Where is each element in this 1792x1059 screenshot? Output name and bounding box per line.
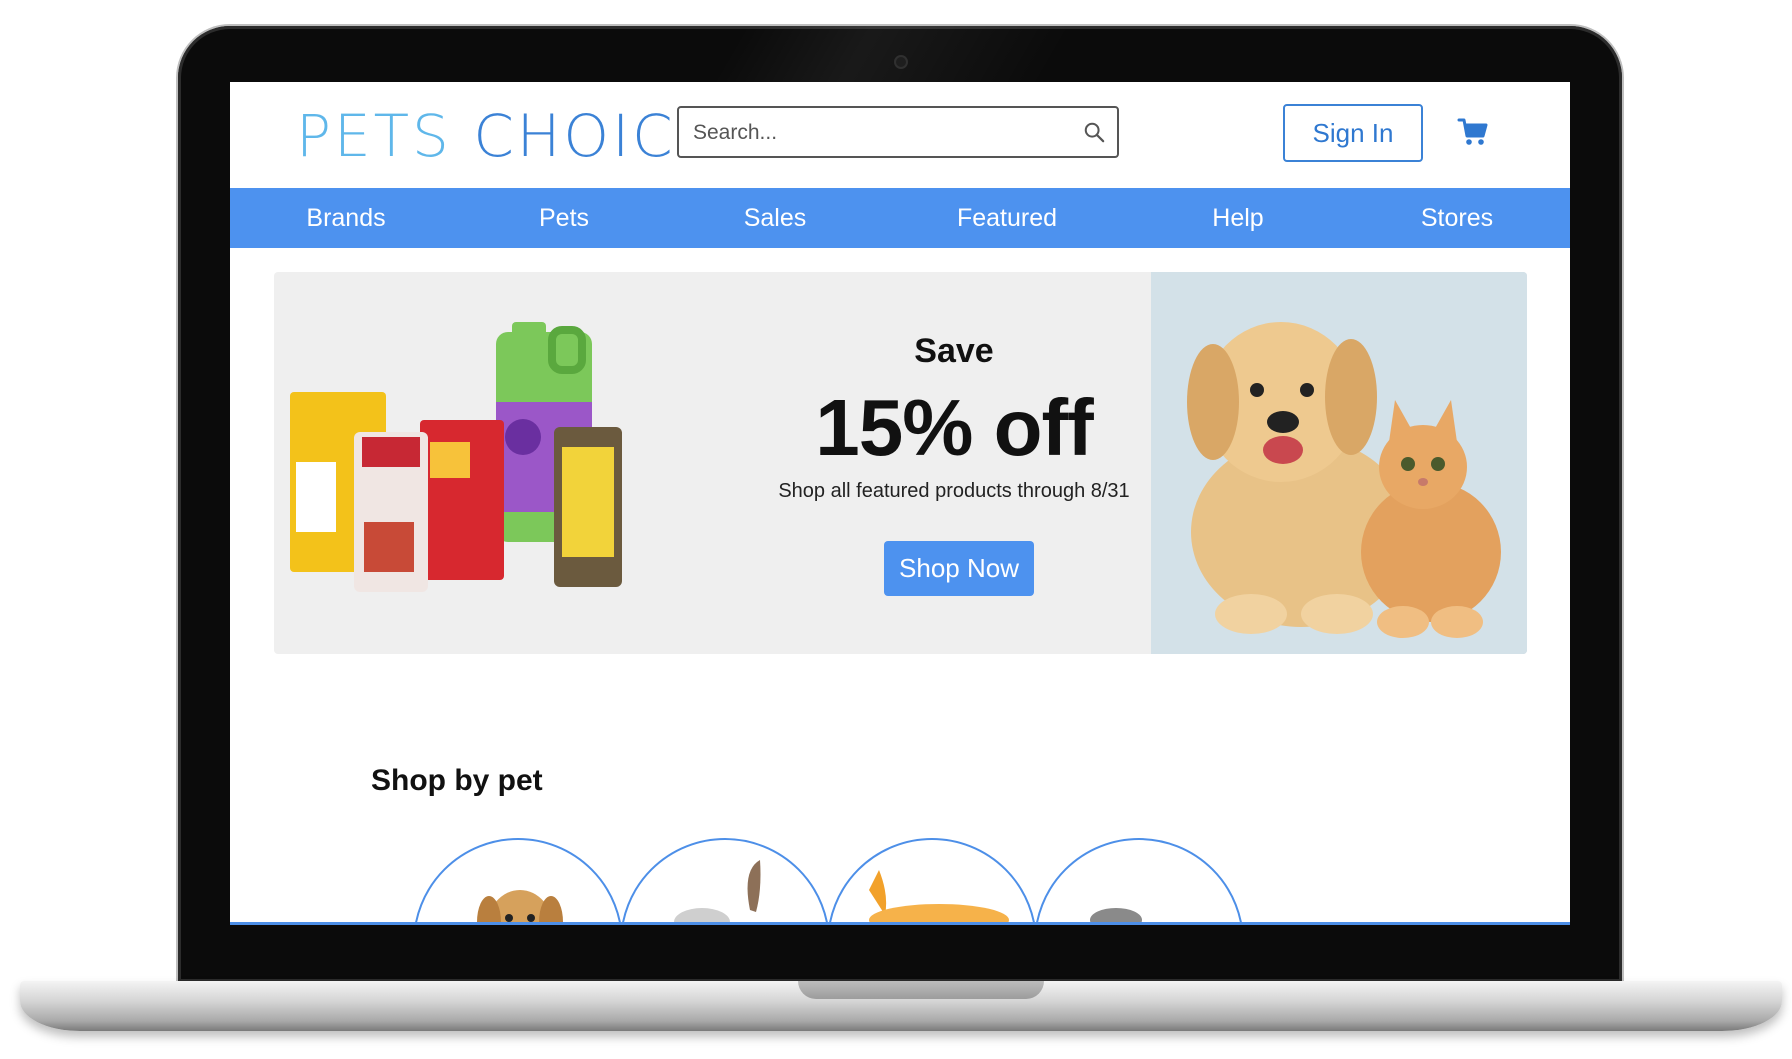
puppy-kitten-photo [1151,272,1527,654]
webcam-icon [896,57,906,67]
main-nav: Brands Pets Sales Featured Help Stores [230,188,1570,248]
site-header: PETS CHOICE Sign In [230,82,1570,188]
pet-category-dog[interactable] [413,838,623,922]
logo-text-pets: PETS [296,102,474,170]
nav-item-pets[interactable]: Pets [539,188,589,248]
promo-discount: 15% off [815,383,1094,472]
sign-in-button[interactable]: Sign In [1283,104,1423,162]
featured-products-image [290,322,622,592]
dog-icon [477,890,563,922]
promo-subtitle: Shop all featured products through 8/31 [778,480,1130,502]
lid-glare [711,26,1075,82]
search-icon[interactable] [1083,121,1105,143]
nav-item-help[interactable]: Help [1212,188,1263,248]
laptop-notch [798,981,1044,999]
pet-category-cat[interactable] [620,838,830,922]
promo-banner: Save 15% off Shop all featured products … [274,272,1527,654]
bird-icon [1090,908,1142,922]
shop-by-pet-heading: Shop by pet [371,764,543,797]
laptop-base [20,981,1782,1031]
search-bar [677,106,1119,158]
promo-save-label: Save [914,332,994,370]
pet-category-bird[interactable] [1034,838,1244,922]
fish-icon [869,870,1009,922]
website-screen: PETS CHOICE Sign In Brands Pets Sales Fe… [230,82,1570,925]
cat-icon [674,860,761,922]
shop-now-button[interactable]: Shop Now [884,541,1034,596]
nav-item-sales[interactable]: Sales [744,188,807,248]
shopping-cart-icon[interactable] [1457,116,1489,148]
nav-item-featured[interactable]: Featured [957,188,1057,248]
site-logo[interactable]: PETS CHOICE [296,102,715,170]
promo-text-block: Save 15% off Shop all featured products … [744,272,1164,654]
nav-item-stores[interactable]: Stores [1421,188,1493,248]
pet-category-fish[interactable] [827,838,1037,922]
nav-item-brands[interactable]: Brands [306,188,385,248]
search-input[interactable] [691,118,1075,148]
